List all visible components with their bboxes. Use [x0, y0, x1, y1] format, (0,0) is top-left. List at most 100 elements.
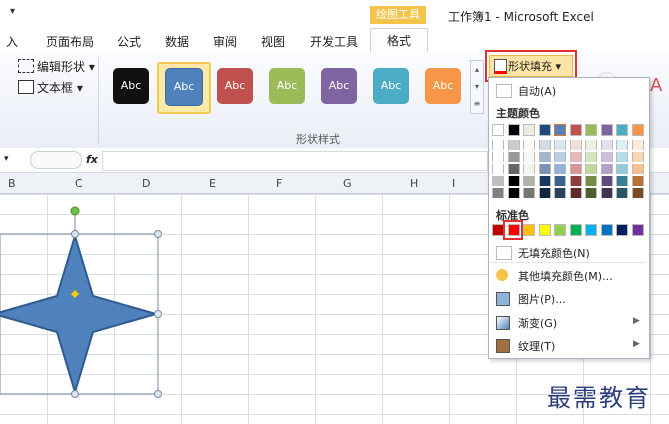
theme-shade-swatch[interactable]	[616, 140, 628, 150]
shape-style-black[interactable]: Abc	[113, 68, 149, 104]
theme-shade-swatch[interactable]	[631, 164, 644, 174]
tab-view[interactable]: 视图	[261, 33, 285, 50]
theme-shade-swatch[interactable]	[523, 152, 535, 162]
quick-access-dropdown-icon[interactable]: ▾	[10, 6, 15, 17]
theme-shade-swatch[interactable]	[492, 164, 504, 174]
tab-formulas[interactable]: 公式	[117, 33, 141, 50]
tab-review[interactable]: 审阅	[213, 33, 237, 50]
theme-shade-swatch[interactable]	[492, 152, 504, 162]
theme-shade-swatch[interactable]	[616, 176, 628, 186]
fx-icon[interactable]: fx	[86, 153, 98, 166]
theme-color-swatch[interactable]	[507, 124, 520, 136]
theme-shade-swatch[interactable]	[538, 176, 551, 186]
column-header-b[interactable]: B	[8, 177, 16, 190]
standard-color-swatch[interactable]	[600, 224, 613, 236]
menu-item-more-fill-colors[interactable]: 其他填充颜色(M)...	[518, 268, 613, 284]
menu-item-texture[interactable]: 纹理(T)	[518, 338, 555, 354]
theme-shade-swatch[interactable]	[523, 176, 535, 186]
theme-shade-swatch[interactable]	[554, 164, 566, 174]
column-header-f[interactable]: F	[276, 177, 282, 190]
tab-format[interactable]: 格式	[370, 28, 428, 53]
theme-shade-swatch[interactable]	[492, 140, 504, 150]
theme-shade-swatch[interactable]	[523, 140, 535, 150]
theme-shade-swatch[interactable]	[538, 140, 551, 150]
shape-style-purple[interactable]: Abc	[321, 68, 357, 104]
theme-shade-swatch[interactable]	[538, 188, 551, 198]
theme-shade-swatch[interactable]	[616, 188, 628, 198]
column-header-i[interactable]: I	[452, 177, 455, 190]
column-header-d[interactable]: D	[142, 177, 150, 190]
theme-shade-swatch[interactable]	[507, 176, 520, 186]
theme-shade-swatch[interactable]	[631, 152, 644, 162]
style-gallery-scroll[interactable]: ▴ ▾ ≡	[470, 60, 484, 114]
theme-color-swatch[interactable]	[554, 124, 566, 136]
theme-shade-swatch[interactable]	[554, 140, 566, 150]
theme-shade-swatch[interactable]	[569, 140, 582, 150]
theme-shade-swatch[interactable]	[631, 176, 644, 186]
theme-color-swatch[interactable]	[538, 124, 551, 136]
shape-style-blue[interactable]: Abc	[165, 68, 203, 106]
theme-shade-swatch[interactable]	[585, 140, 597, 150]
theme-shade-swatch[interactable]	[538, 152, 551, 162]
theme-shade-swatch[interactable]	[616, 164, 628, 174]
column-header-c[interactable]: C	[75, 177, 83, 190]
column-header-h[interactable]: H	[410, 177, 418, 190]
standard-color-swatch[interactable]	[631, 224, 644, 236]
theme-shade-swatch[interactable]	[507, 164, 520, 174]
theme-shade-swatch[interactable]	[492, 176, 504, 186]
theme-shade-swatch[interactable]	[523, 188, 535, 198]
theme-shade-swatch[interactable]	[523, 164, 535, 174]
tab-page-layout[interactable]: 页面布局	[46, 33, 94, 50]
menu-item-auto[interactable]: 自动(A)	[518, 83, 556, 99]
theme-shade-swatch[interactable]	[538, 164, 551, 174]
shape-style-green[interactable]: Abc	[269, 68, 305, 104]
theme-shade-swatch[interactable]	[600, 152, 613, 162]
standard-color-swatch[interactable]	[554, 224, 566, 236]
theme-shade-swatch[interactable]	[600, 164, 613, 174]
theme-shade-swatch[interactable]	[585, 188, 597, 198]
theme-color-swatch[interactable]	[616, 124, 628, 136]
theme-color-swatch[interactable]	[600, 124, 613, 136]
menu-item-no-fill[interactable]: 无填充颜色(N)	[518, 245, 590, 261]
theme-shade-swatch[interactable]	[569, 164, 582, 174]
tab-developer[interactable]: 开发工具	[310, 33, 358, 50]
menu-item-picture[interactable]: 图片(P)...	[518, 291, 566, 307]
shape-style-orange[interactable]: Abc	[425, 68, 461, 104]
text-box-button[interactable]: 文本框 ▾	[37, 79, 83, 96]
menu-item-gradient[interactable]: 渐变(G)	[518, 315, 557, 331]
shape-style-aqua[interactable]: Abc	[373, 68, 409, 104]
theme-shade-swatch[interactable]	[585, 176, 597, 186]
theme-shade-swatch[interactable]	[569, 152, 582, 162]
tab-data[interactable]: 数据	[165, 33, 189, 50]
standard-color-swatch[interactable]	[569, 224, 582, 236]
standard-color-swatch[interactable]	[616, 224, 628, 236]
theme-color-swatch[interactable]	[631, 124, 644, 136]
theme-shade-swatch[interactable]	[507, 188, 520, 198]
theme-shade-swatch[interactable]	[554, 188, 566, 198]
theme-shade-swatch[interactable]	[631, 140, 644, 150]
theme-shade-swatch[interactable]	[507, 140, 520, 150]
theme-shade-swatch[interactable]	[507, 152, 520, 162]
theme-color-swatch[interactable]	[492, 124, 504, 136]
tab-insert[interactable]: 入	[6, 33, 18, 50]
edit-shape-button[interactable]: 编辑形状 ▾	[37, 58, 95, 75]
standard-color-swatch[interactable]	[538, 224, 551, 236]
theme-shade-swatch[interactable]	[600, 188, 613, 198]
theme-color-swatch[interactable]	[585, 124, 597, 136]
theme-shade-swatch[interactable]	[492, 188, 504, 198]
theme-shade-swatch[interactable]	[569, 176, 582, 186]
theme-shade-swatch[interactable]	[631, 188, 644, 198]
theme-shade-swatch[interactable]	[585, 164, 597, 174]
theme-shade-swatch[interactable]	[600, 140, 613, 150]
shape-style-red[interactable]: Abc	[217, 68, 253, 104]
standard-color-swatch[interactable]	[523, 224, 535, 236]
column-header-e[interactable]: E	[209, 177, 216, 190]
theme-color-swatch[interactable]	[569, 124, 582, 136]
formula-input[interactable]	[102, 151, 488, 171]
theme-shade-swatch[interactable]	[569, 188, 582, 198]
theme-shade-swatch[interactable]	[616, 152, 628, 162]
theme-shade-swatch[interactable]	[600, 176, 613, 186]
column-header-g[interactable]: G	[343, 177, 352, 190]
theme-color-swatch[interactable]	[523, 124, 535, 136]
theme-shade-swatch[interactable]	[554, 152, 566, 162]
